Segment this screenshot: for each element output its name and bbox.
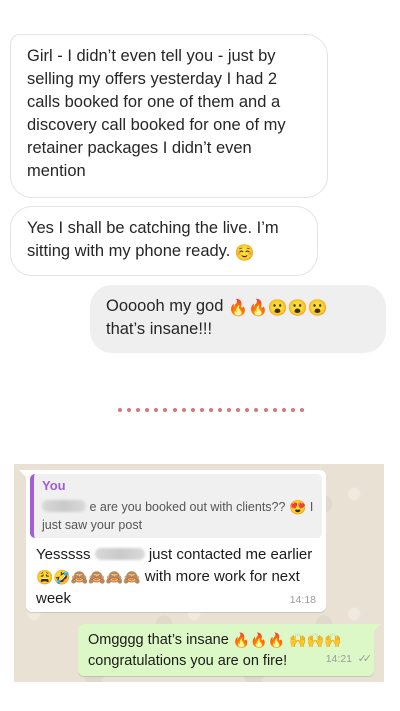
message-text: Yesssss just contacted me earlier 😩🤣🙈🙈🙈🙈… xyxy=(36,546,313,607)
received-message-bubble[interactable]: Girl - I didn’t even tell you - just by … xyxy=(10,34,328,198)
smiling-face-emoji: ☺️ xyxy=(234,245,255,262)
emoji-row: 😩🤣🙈🙈🙈🙈 xyxy=(36,569,141,585)
dotted-divider xyxy=(118,406,304,414)
message-text: Omgggg that’s insane xyxy=(88,632,229,648)
sent-message-bubble[interactable]: Oooooh my god 🔥🔥😮😮😮 that’s insane!!! xyxy=(90,285,386,353)
message-text-line2: that’s insane!!! xyxy=(106,320,213,338)
message-text: Oooooh my god xyxy=(106,297,224,315)
message-text: Girl - I didn’t even tell you - just by … xyxy=(27,47,286,180)
redacted-name xyxy=(94,548,145,560)
heart-eyes-emoji: 😍 xyxy=(288,499,307,515)
quoted-message[interactable]: You e are you booked out with clients?? … xyxy=(30,474,322,538)
received-message-bubble[interactable]: Yes I shall be catching the live. I’m si… xyxy=(10,206,318,276)
fire-emoji: 🔥🔥🔥 xyxy=(232,632,286,648)
sent-message-bubble[interactable]: Omgggg that’s insane 🔥🔥🔥 🙌🙌🙌 congratulat… xyxy=(78,624,381,676)
read-receipt-icon: ✓✓ xyxy=(357,653,373,665)
whatsapp-chat-screenshot: You e are you booked out with clients?? … xyxy=(14,464,384,682)
message-timestamp: 14:18 xyxy=(289,594,316,606)
instagram-dm-screenshot: Girl - I didn’t even tell you - just by … xyxy=(0,0,400,400)
received-message-bubble[interactable]: You e are you booked out with clients?? … xyxy=(19,470,326,612)
fire-and-wow-emoji: 🔥🔥😮😮😮 xyxy=(228,300,328,317)
message-text-line2: congratulations you are on fire! xyxy=(88,653,288,669)
raised-hands-emoji: 🙌🙌🙌 xyxy=(289,632,342,648)
redacted-name xyxy=(42,500,86,512)
quoted-message-text: e are you booked out with clients?? 😍 I … xyxy=(42,499,314,532)
quoted-sender-name: You xyxy=(42,478,66,493)
message-timestamp: 14:21 xyxy=(325,653,352,665)
